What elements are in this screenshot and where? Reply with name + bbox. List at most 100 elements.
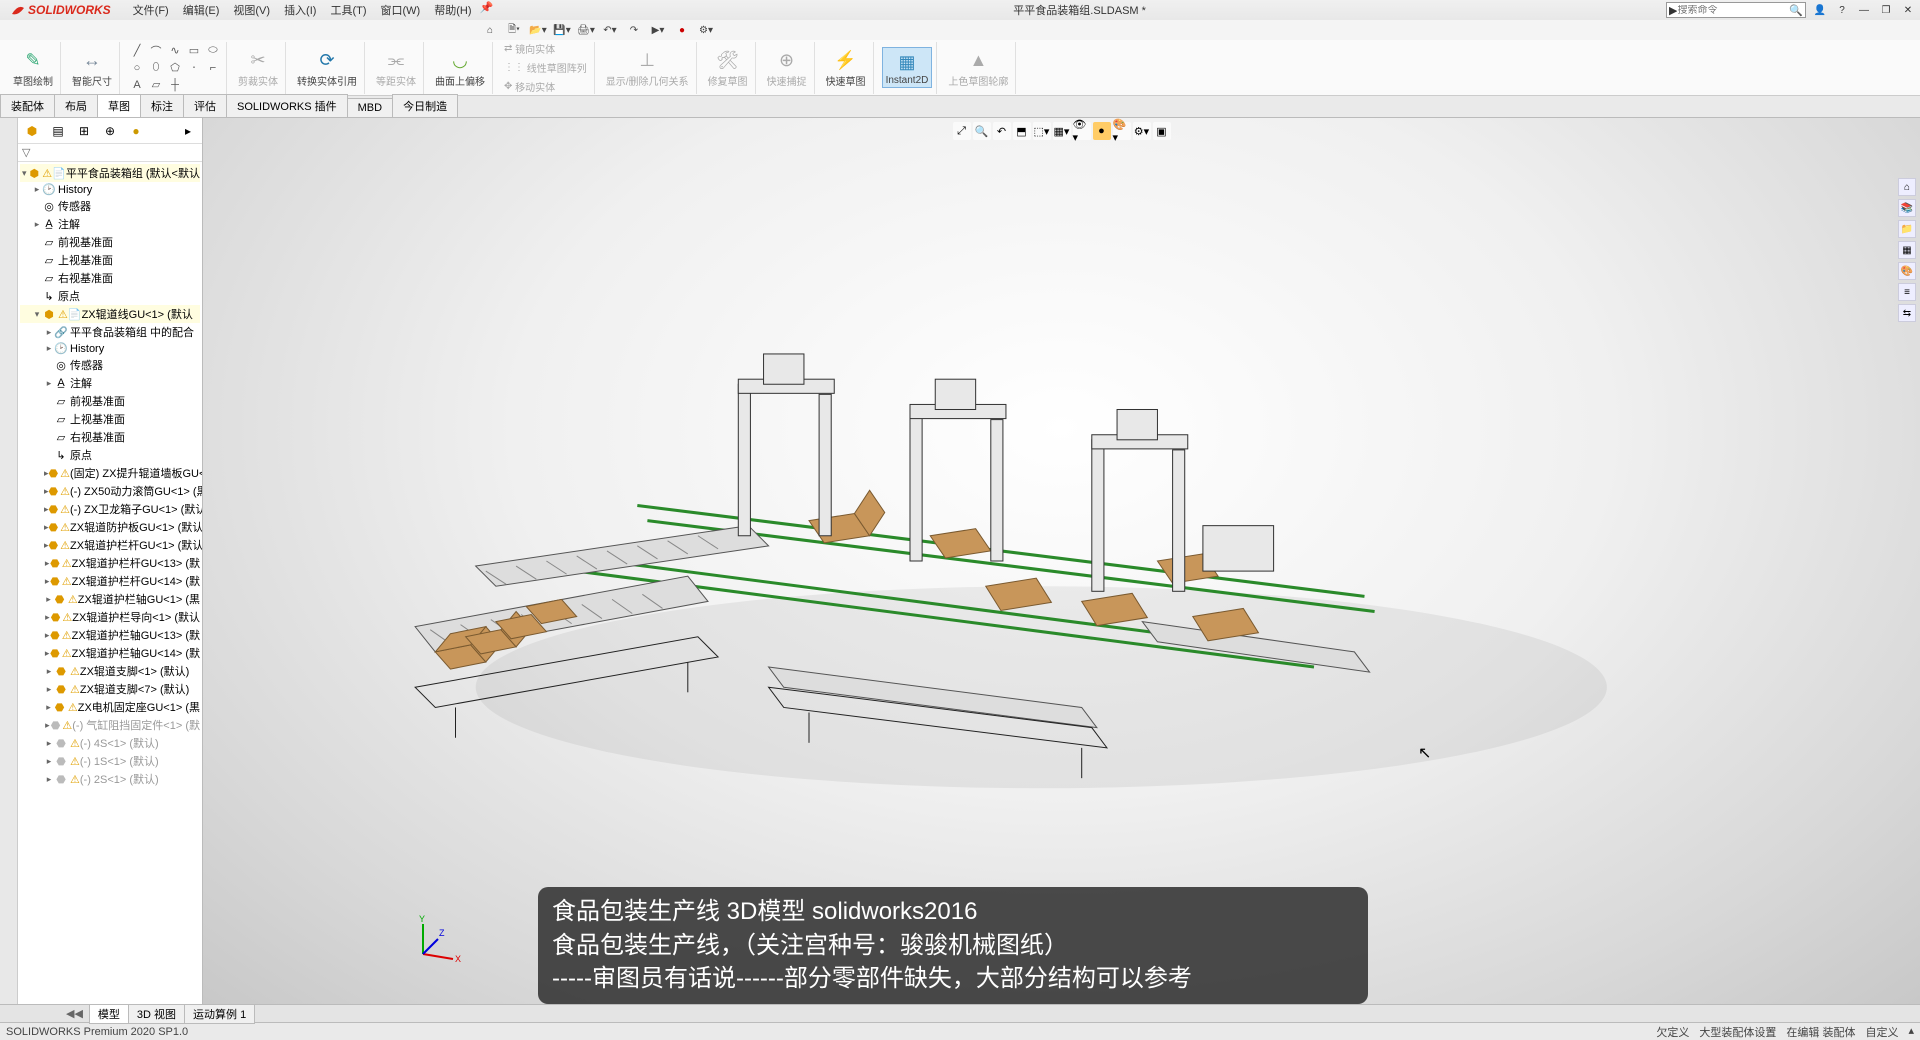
tree-part-item[interactable]: ▸⬣⚠(-) 2S<1> (默认) [20,770,200,788]
tree-part-item[interactable]: ▸⬣⚠(-) 4S<1> (默认) [20,734,200,752]
menu-view[interactable]: 视图(V) [227,1,276,19]
linear-pattern-button[interactable]: ⋮⋮ 线性草图阵列 [501,59,590,76]
tab-assembly[interactable]: 装配体 [0,94,55,117]
status-arrow-icon[interactable]: ▴ [1908,1024,1914,1040]
appearance-tab-icon[interactable]: ● [126,121,146,141]
menu-edit[interactable]: 编辑(E) [177,1,226,19]
text-tool[interactable]: A [128,77,146,93]
menu-pin-icon[interactable]: 📌 [480,1,494,19]
rebuild-icon[interactable]: ● [672,21,692,39]
save-icon[interactable]: 💾▾ [552,21,572,39]
centerline-tool[interactable]: ┼ [166,77,184,93]
tab-scroll-left[interactable]: ◀◀ [60,1007,89,1020]
slot-tool[interactable]: ⬭ [204,43,222,59]
rapid-sketch-button[interactable]: ⚡快速草图 [823,46,869,89]
new-icon[interactable]: 🗎▾ [504,21,524,39]
status-custom[interactable]: 自定义 [1865,1024,1898,1040]
config-tab-icon[interactable]: ▤ [48,121,68,141]
feature-tree-tab-icon[interactable]: ⬢ [22,121,42,141]
tree-part-item[interactable]: ▸⬣⚠ZX辊道护栏轴GU<1> (黒 [20,590,200,608]
circle-tool[interactable]: ○ [128,60,146,76]
tree-part-item[interactable]: ▸⬣⚠(-) 气缸阻挡固定件<1> (默 [20,716,200,734]
minimize-button[interactable]: — [1856,3,1872,17]
properties-tab-icon[interactable]: ⊞ [74,121,94,141]
tab-motion-study[interactable]: 运动算例 1 [184,1004,255,1024]
tree-origin[interactable]: ↳原点 [20,287,200,305]
offset-surface-button[interactable]: ◡曲面上偏移 [432,46,488,89]
plane-tool[interactable]: ▱ [147,77,165,93]
tab-sketch[interactable]: 草图 [97,94,141,117]
tree-part-item[interactable]: ▸⬣⚠ZX辊道护栏杆GU<14> (默 [20,572,200,590]
tree-mates[interactable]: ▸🔗平平食品装箱组 中的配合 [20,323,200,341]
search-input[interactable] [1677,5,1789,16]
arc-tool[interactable]: ⌒ [147,43,165,59]
tab-model[interactable]: 模型 [89,1004,129,1024]
move-button[interactable]: ✥ 移动实体 [501,78,558,95]
tree-part-item[interactable]: ▸⬣⚠(-) 1S<1> (默认) [20,752,200,770]
menu-help[interactable]: 帮助(H) [428,1,477,19]
instant2d-button[interactable]: ▦Instant2D [882,47,933,88]
smart-dimension-button[interactable]: ↔ 智能尺寸 [69,46,115,89]
tree-subassembly[interactable]: ▾⬢⚠📄ZX辊道线GU<1> (默认 [20,305,200,323]
tree-front2[interactable]: ▱前视基准面 [20,392,200,410]
tree-history2[interactable]: ▸🕑History [20,341,200,356]
tab-mbd[interactable]: MBD [347,98,393,117]
tree-annotations[interactable]: ▸A̲注解 [20,215,200,233]
tree-sensors2[interactable]: ◎传感器 [20,356,200,374]
tree-part-item[interactable]: ▸⬣⚠ZX辊道护栏轴GU<14> (默 [20,644,200,662]
tree-part-item[interactable]: ▸⬣⚠ZX辊道护栏导向<1> (默认 [20,608,200,626]
tree-part-item[interactable]: ▸⬣⚠(-) ZX50动力滚筒GU<1> (黒 [20,482,200,500]
tree-part-item[interactable]: ▸⬣⚠(固定) ZX提升辊道墙板GU< [20,464,200,482]
feature-tree[interactable]: ▾⬢⚠📄平平食品装箱组 (默认<默认 ▸🕑History ◎传感器 ▸A̲注解 … [18,162,202,1004]
status-large-assembly[interactable]: 大型装配体设置 [1699,1024,1776,1040]
tab-evaluate[interactable]: 评估 [183,94,227,117]
ellipse-tool[interactable]: ⬯ [147,60,165,76]
trim-button[interactable]: ✂剪裁实体 [235,46,281,89]
tree-filter[interactable]: ▽ [18,144,202,162]
tree-origin2[interactable]: ↳原点 [20,446,200,464]
search-glass-icon[interactable]: 🔍 [1789,4,1803,17]
tree-part-item[interactable]: ▸⬣⚠ZX辊道防护板GU<1> (默认 [20,518,200,536]
tab-today[interactable]: 今日制造 [392,94,458,117]
options-icon[interactable]: ⚙▾ [696,21,716,39]
tab-3dview[interactable]: 3D 视图 [128,1004,185,1024]
tree-root[interactable]: ▾⬢⚠📄平平食品装箱组 (默认<默认 [20,164,200,182]
menu-file[interactable]: 文件(F) [127,1,175,19]
tree-history[interactable]: ▸🕑History [20,182,200,197]
mirror-button[interactable]: ⇄ 镜向实体 [501,40,558,57]
tree-front-plane[interactable]: ▱前视基准面 [20,233,200,251]
undo-icon[interactable]: ↶▾ [600,21,620,39]
relations-button[interactable]: ⊥显示/删除几何关系 [603,46,692,89]
tree-part-item[interactable]: ▸⬣⚠ZX电机固定座GU<1> (黒 [20,698,200,716]
help-icon[interactable]: ? [1834,3,1850,17]
offset-button[interactable]: ⫘等距实体 [373,46,419,89]
tab-addins[interactable]: SOLIDWORKS 插件 [226,94,348,117]
tree-right-plane[interactable]: ▱右视基准面 [20,269,200,287]
orientation-triad[interactable]: Y X Z [413,914,463,964]
tree-part-item[interactable]: ▸⬣⚠ZX辊道支脚<7> (默认) [20,680,200,698]
graphics-viewport[interactable]: ⤢ 🔍 ↶ ⬒ ⬚▾ ▦▾ 👁▾ ● 🎨▾ ⚙▾ ▣ ⌂ 📚 📁 ▦ 🎨 ≡ ⇆ [203,118,1920,1004]
print-icon[interactable]: 🖨▾ [576,21,596,39]
tab-annotate[interactable]: 标注 [140,94,184,117]
repair-button[interactable]: 🛠修复草图 [705,46,751,89]
tab-layout[interactable]: 布局 [54,94,98,117]
user-icon[interactable]: 👤 [1812,3,1828,17]
close-button[interactable]: ✕ [1900,3,1916,17]
menu-tools[interactable]: 工具(T) [324,1,372,19]
select-icon[interactable]: ▶▾ [648,21,668,39]
tree-sensors[interactable]: ◎传感器 [20,197,200,215]
tree-top2[interactable]: ▱上视基准面 [20,410,200,428]
restore-button[interactable]: ❐ [1878,3,1894,17]
polygon-tool[interactable]: ⬠ [166,60,184,76]
tree-right2[interactable]: ▱右视基准面 [20,428,200,446]
convert-entities-button[interactable]: ⟳转换实体引用 [294,46,360,89]
menu-insert[interactable]: 插入(I) [278,1,322,19]
tree-part-item[interactable]: ▸⬣⚠ZX辊道护栏杆GU<13> (默 [20,554,200,572]
shaded-sketch-button[interactable]: ▲上色草图轮廓 [945,46,1011,89]
tree-part-item[interactable]: ▸⬣⚠(-) ZX卫龙箱子GU<1> (默认 [20,500,200,518]
tree-part-item[interactable]: ▸⬣⚠ZX辊道支脚<1> (默认) [20,662,200,680]
search-command-box[interactable]: ▶ 🔍 [1666,2,1806,18]
open-icon[interactable]: 📂▾ [528,21,548,39]
home-icon[interactable]: ⌂ [480,21,500,39]
fillet-tool[interactable]: ⌐ [204,60,222,76]
